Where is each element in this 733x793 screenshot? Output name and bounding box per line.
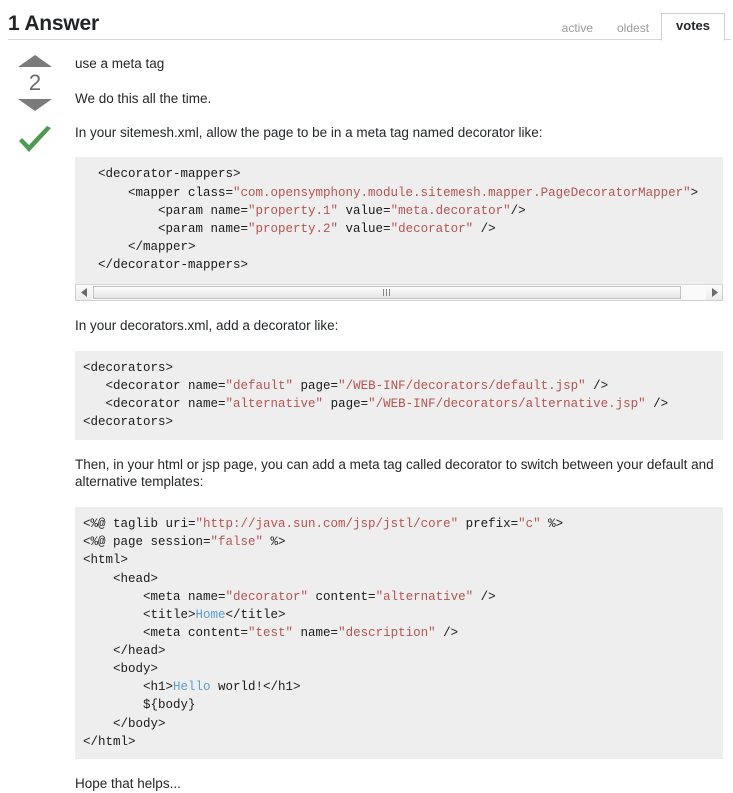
paragraph-6: Hope that helps... [75,775,181,791]
code-token: <meta name= [83,589,226,604]
code-token: "c" [518,517,541,532]
code-token: page= [323,397,369,412]
answers-header: 1 Answer active oldest votes [0,0,733,41]
scroll-left-arrow-icon[interactable] [76,285,92,301]
scrollbar-track[interactable] [92,285,706,301]
accepted-answer-checkmark-icon[interactable] [8,125,62,157]
code-token: <param name= [83,203,249,218]
scrollbar-grip-icon [383,289,391,297]
code-token: page= [293,379,339,394]
code-block-jsp-page[interactable]: <%@ taglib uri="http://java.sun.com/jsp/… [75,507,723,759]
code-token: ${body} [83,698,196,713]
code-token: <h1> [83,680,174,695]
paragraph-2: We do this all the time. [75,90,212,106]
code-token: "decorator" [225,589,309,604]
code-token: /> [585,379,609,394]
code-token: <decorators> [83,415,174,430]
code-token: > [690,185,699,200]
code-token: "property.1" [248,203,339,218]
code-token: /> [510,203,526,218]
code-token: </head> [83,644,166,658]
code-token: <%@ taglib uri= [83,517,196,532]
code-token: <decorator-mappers> [83,167,241,182]
code-token: "default" [225,379,294,394]
code-token: %> [540,517,564,532]
code-token: "description" [338,625,436,640]
vote-down-icon[interactable] [18,99,52,111]
code-token: "property.2" [248,221,339,236]
page-title: 1 Answer [8,12,99,35]
code-token: <decorators> [83,361,174,375]
tab-oldest[interactable]: oldest [605,16,661,41]
paragraph-5: Then, in your html or jsp page, you can … [75,456,714,490]
code-token: <meta content= [83,625,249,640]
code-token: "/WEB-INF/decorators/default.jsp" [338,379,586,394]
code-token: <head> [83,571,159,586]
code-token: "meta.decorator" [390,203,511,218]
code-token: "alternative" [375,589,474,604]
answer-body: use a meta tag We do this all the time. … [62,55,727,793]
tab-active[interactable]: active [550,16,605,41]
code-token: <body> [83,662,159,677]
code-block-decorators-xml[interactable]: <decorators> <decorator name="default" p… [75,351,723,440]
code-token: "decorator" [390,221,474,236]
code-token: "alternative" [225,397,324,412]
answer-sort-tabs: active oldest votes [550,0,729,41]
code-token: Home [195,607,226,622]
code-token: <mapper class= [83,185,234,200]
paragraph-1: use a meta tag [75,56,165,71]
tab-votes[interactable]: votes [661,12,725,41]
code-token: /> [473,589,496,604]
code-token: <decorator name= [83,397,226,412]
code-token: <%@ page session= [83,535,211,550]
code-token: "http://java.sun.com/jsp/jstl/core" [195,517,459,532]
paragraph-4: In your decorators.xml, add a decorator … [75,318,339,334]
code-token: value= [338,221,391,236]
code-token: "false" [210,535,264,550]
code-token: /> [435,625,459,640]
code-token: </body> [83,716,166,731]
code-token: /> [645,397,669,412]
code-token: <decorator name= [83,379,226,394]
code-token: /> [473,221,496,236]
code-token: <param name= [83,221,249,236]
answer-post: 2 use a meta tag We do this all the time… [0,41,733,793]
scroll-right-arrow-icon[interactable] [706,285,722,301]
code-token: <html> [83,553,129,568]
code-token: </mapper> [83,239,196,254]
code-token: %> [263,535,286,550]
code-token: </decorator-mappers> [83,258,249,273]
code-token: world!</h1> [210,680,301,695]
header-divider [8,39,731,40]
code-token: prefix= [458,517,519,532]
vote-up-icon[interactable] [18,55,52,67]
code-token: "/WEB-INF/decorators/alternative.jsp" [368,397,646,412]
paragraph-3: In your sitemesh.xml, allow the page to … [75,124,543,140]
vote-cell: 2 [8,55,62,793]
code-token: </title> [225,607,286,622]
code-block-horizontal-scrollbar[interactable] [75,284,723,302]
code-token: "com.opensymphony.module.sitemesh.mapper… [233,185,691,200]
code-token: name= [293,625,339,640]
code-token: <title> [83,607,196,622]
vote-count: 2 [28,70,42,95]
code-token: "test" [248,625,294,640]
code-token: </html> [83,734,136,749]
code-block-sitemesh-xml[interactable]: <decorator-mappers> <mapper class="com.o… [75,157,723,285]
code-token: value= [338,203,391,218]
code-token: content= [308,589,376,604]
scrollbar-thumb[interactable] [93,286,681,300]
code-token: Hello [173,680,211,695]
